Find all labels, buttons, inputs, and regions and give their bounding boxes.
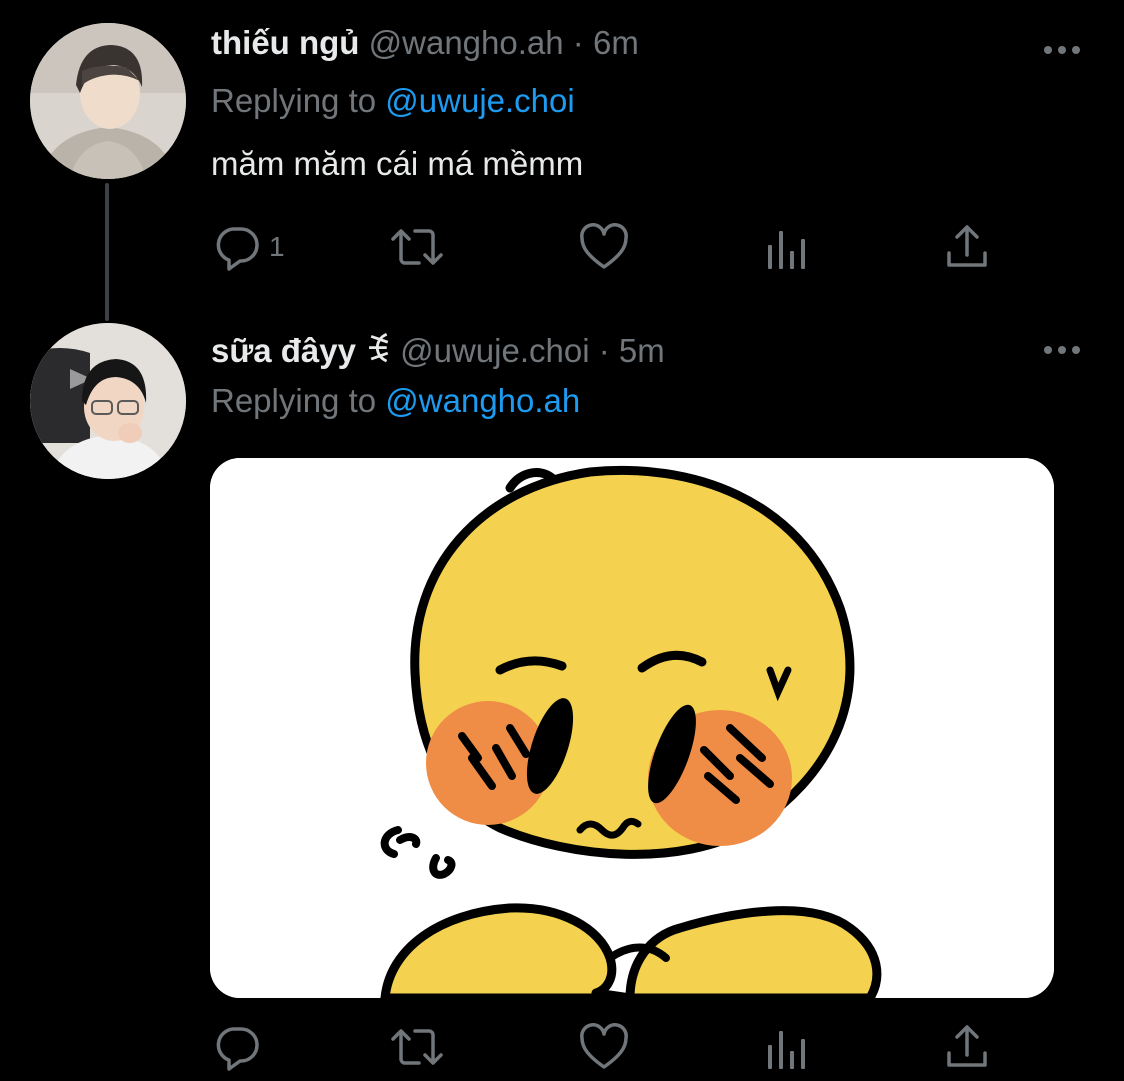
replying-to-label: Replying to xyxy=(211,382,377,419)
like-button[interactable] xyxy=(579,1022,629,1072)
reply-button[interactable]: 1 xyxy=(213,222,285,272)
replying-to-mention[interactable]: @uwuje.choi xyxy=(385,82,574,119)
like-icon xyxy=(579,1023,629,1071)
replying-to-line: Replying to @wangho.ah xyxy=(211,381,580,421)
share-icon xyxy=(945,1023,989,1071)
tweet-actions: 1 xyxy=(211,222,1011,272)
username-handle[interactable]: @uwuje.choi xyxy=(400,332,589,369)
analytics-icon xyxy=(765,1023,807,1071)
share-button[interactable] xyxy=(945,1022,989,1072)
username-handle[interactable]: @wangho.ah xyxy=(369,24,564,61)
reply-button[interactable] xyxy=(213,1022,261,1072)
display-name[interactable]: thiếu ngủ xyxy=(211,24,359,61)
timestamp[interactable]: 5m xyxy=(619,332,665,369)
share-icon xyxy=(945,223,989,271)
like-icon xyxy=(579,223,629,271)
tweet-media-image[interactable] xyxy=(210,458,1054,998)
tweet-actions xyxy=(211,1022,1011,1072)
separator-dot: · xyxy=(572,24,584,61)
reply-icon xyxy=(213,223,261,271)
analytics-icon xyxy=(765,223,807,271)
replying-to-line: Replying to @uwuje.choi xyxy=(211,81,575,121)
analytics-button[interactable] xyxy=(765,222,807,272)
reply-icon xyxy=(213,1023,261,1071)
more-icon[interactable] xyxy=(1040,40,1084,60)
avatar-uwuje[interactable] xyxy=(30,323,186,479)
analytics-button[interactable] xyxy=(765,1022,807,1072)
replying-to-label: Replying to xyxy=(211,82,377,119)
timestamp[interactable]: 6m xyxy=(593,24,639,61)
retweet-icon xyxy=(389,223,445,271)
blushing-emoji-drawing xyxy=(210,458,1054,998)
thread-connector-line xyxy=(105,183,109,321)
separator-dot: · xyxy=(598,332,610,369)
tweet-header: thiếu ngủ @wangho.ah · 6m xyxy=(211,23,639,63)
tweet-header: sữa đâyy ꉂ @uwuje.choi · 5m xyxy=(211,331,665,371)
reply-count: 1 xyxy=(269,231,285,262)
more-icon[interactable] xyxy=(1040,340,1084,360)
share-button[interactable] xyxy=(945,222,989,272)
display-name[interactable]: sữa đâyy ꉂ xyxy=(211,332,391,369)
avatar-wangho[interactable] xyxy=(30,23,186,179)
retweet-button[interactable] xyxy=(389,222,445,272)
tweet-text: măm măm cái má mềmm xyxy=(211,145,584,182)
replying-to-mention[interactable]: @wangho.ah xyxy=(385,382,580,419)
retweet-button[interactable] xyxy=(389,1022,445,1072)
retweet-icon xyxy=(389,1023,445,1071)
like-button[interactable] xyxy=(579,222,629,272)
